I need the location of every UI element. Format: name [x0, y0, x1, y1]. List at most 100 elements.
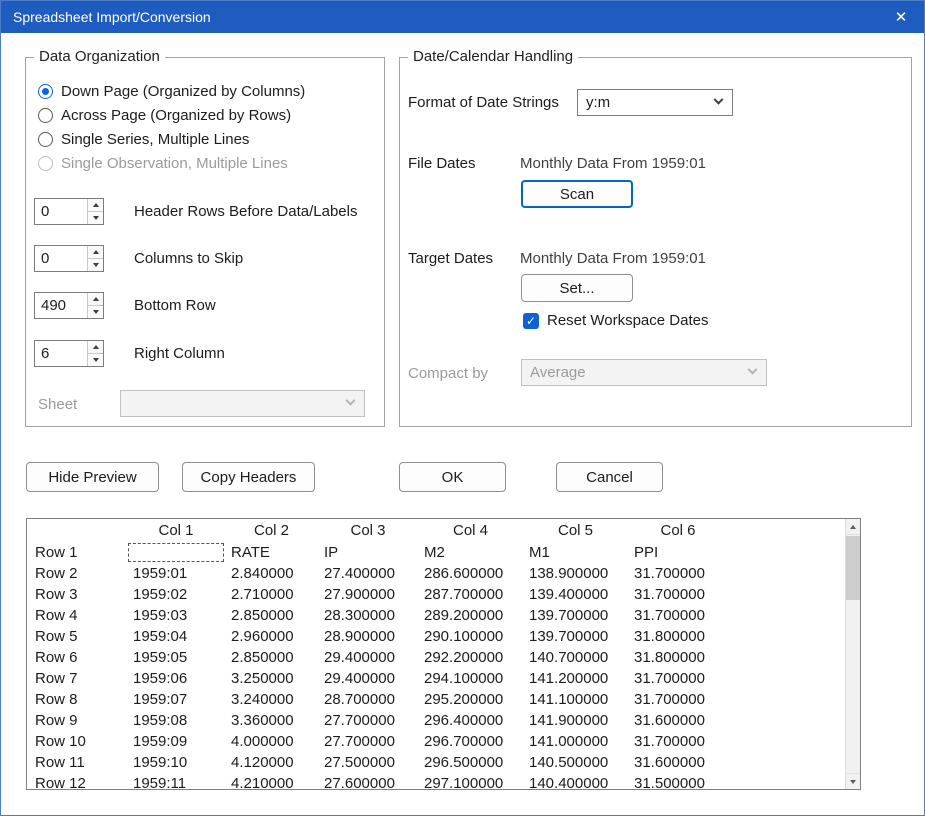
table-cell[interactable]: 31.700000 — [628, 731, 728, 752]
column-header[interactable]: Col 3 — [318, 519, 418, 542]
spin-up-icon[interactable] — [88, 341, 103, 354]
radio-down-page[interactable]: Down Page (Organized by Columns) — [38, 81, 305, 101]
row-label[interactable]: Row 8 — [27, 689, 127, 710]
table-cell[interactable]: 31.600000 — [628, 752, 728, 773]
table-cell[interactable]: 140.500000 — [523, 752, 628, 773]
table-cell[interactable]: 297.100000 — [418, 773, 523, 789]
table-cell[interactable]: 1959:09 — [127, 731, 225, 752]
table-cell[interactable]: 139.700000 — [523, 626, 628, 647]
table-cell[interactable]: 27.400000 — [318, 563, 418, 584]
row-label[interactable]: Row 10 — [27, 731, 127, 752]
table-cell[interactable]: 28.900000 — [318, 626, 418, 647]
row-label[interactable]: Row 3 — [27, 584, 127, 605]
table-cell[interactable]: 1959:04 — [127, 626, 225, 647]
table-cell[interactable]: 2.710000 — [225, 584, 318, 605]
table-cell[interactable]: 296.700000 — [418, 731, 523, 752]
ok-button[interactable]: OK — [399, 462, 506, 492]
spin-up-icon[interactable] — [88, 246, 103, 259]
table-cell[interactable]: 138.900000 — [523, 563, 628, 584]
row-label[interactable]: Row 4 — [27, 605, 127, 626]
table-cell[interactable]: 292.200000 — [418, 647, 523, 668]
table-cell[interactable]: 31.700000 — [628, 563, 728, 584]
table-cell[interactable]: 287.700000 — [418, 584, 523, 605]
table-cell[interactable]: 141.100000 — [523, 689, 628, 710]
column-header[interactable]: Col 5 — [523, 519, 628, 542]
table-cell[interactable]: 27.500000 — [318, 752, 418, 773]
spin-down-icon[interactable] — [88, 212, 103, 224]
close-button[interactable]: ✕ — [878, 1, 924, 33]
spin-down-icon[interactable] — [88, 354, 103, 366]
table-cell[interactable]: 1959:01 — [127, 563, 225, 584]
table-cell[interactable]: 139.400000 — [523, 584, 628, 605]
columns-to-skip-input[interactable]: 0 — [34, 245, 104, 272]
scroll-down-icon[interactable] — [846, 773, 860, 789]
table-cell[interactable]: 1959:07 — [127, 689, 225, 710]
table-cell[interactable]: 31.800000 — [628, 626, 728, 647]
table-cell[interactable]: 31.800000 — [628, 647, 728, 668]
right-column-input[interactable]: 6 — [34, 340, 104, 367]
table-cell[interactable]: 3.240000 — [225, 689, 318, 710]
header-rows-input[interactable]: 0 — [34, 198, 104, 225]
row-label[interactable]: Row 9 — [27, 710, 127, 731]
radio-single-series[interactable]: Single Series, Multiple Lines — [38, 129, 249, 149]
table-cell[interactable]: 1959:06 — [127, 668, 225, 689]
table-cell[interactable]: 29.400000 — [318, 668, 418, 689]
table-cell[interactable]: 290.100000 — [418, 626, 523, 647]
table-cell[interactable]: 286.600000 — [418, 563, 523, 584]
table-cell[interactable]: 296.400000 — [418, 710, 523, 731]
row-label[interactable]: Row 12 — [27, 773, 127, 789]
table-cell[interactable]: 1959:03 — [127, 605, 225, 626]
table-cell[interactable]: 31.700000 — [628, 584, 728, 605]
table-cell[interactable]: 31.500000 — [628, 773, 728, 789]
column-header[interactable]: Col 6 — [628, 519, 728, 542]
scroll-up-icon[interactable] — [846, 519, 860, 535]
spin-up-icon[interactable] — [88, 293, 103, 306]
table-cell[interactable]: 4.210000 — [225, 773, 318, 789]
table-cell[interactable]: 140.400000 — [523, 773, 628, 789]
scan-button[interactable]: Scan — [521, 180, 633, 208]
table-cell[interactable]: 31.700000 — [628, 668, 728, 689]
table-cell[interactable]: 31.700000 — [628, 689, 728, 710]
table-cell[interactable]: 141.900000 — [523, 710, 628, 731]
table-cell[interactable]: 2.840000 — [225, 563, 318, 584]
set-dates-button[interactable]: Set... — [521, 274, 633, 302]
row-label[interactable]: Row 1 — [27, 542, 127, 563]
table-cell[interactable]: 139.700000 — [523, 605, 628, 626]
spin-down-icon[interactable] — [88, 306, 103, 318]
table-cell[interactable]: 140.700000 — [523, 647, 628, 668]
table-cell[interactable]: 27.900000 — [318, 584, 418, 605]
row-label[interactable]: Row 5 — [27, 626, 127, 647]
table-cell[interactable]: 27.700000 — [318, 731, 418, 752]
row-label[interactable]: Row 6 — [27, 647, 127, 668]
table-cell[interactable]: M1 — [523, 542, 628, 563]
cancel-button[interactable]: Cancel — [556, 462, 663, 492]
table-cell[interactable]: 28.700000 — [318, 689, 418, 710]
bottom-row-input[interactable]: 490 — [34, 292, 104, 319]
table-cell[interactable]: IP — [318, 542, 418, 563]
table-cell[interactable]: 2.960000 — [225, 626, 318, 647]
table-cell[interactable]: 27.700000 — [318, 710, 418, 731]
table-cell[interactable]: 28.300000 — [318, 605, 418, 626]
table-cell[interactable]: 296.500000 — [418, 752, 523, 773]
vertical-scrollbar[interactable] — [845, 519, 860, 789]
table-cell[interactable]: RATE — [225, 542, 318, 563]
table-cell[interactable]: 31.700000 — [628, 605, 728, 626]
table-cell[interactable]: 295.200000 — [418, 689, 523, 710]
table-cell[interactable]: 27.600000 — [318, 773, 418, 789]
row-label[interactable]: Row 2 — [27, 563, 127, 584]
table-cell[interactable]: 2.850000 — [225, 647, 318, 668]
table-cell[interactable]: 141.000000 — [523, 731, 628, 752]
table-cell[interactable] — [127, 542, 225, 563]
column-header[interactable]: Col 1 — [127, 519, 225, 542]
table-cell[interactable]: 2.850000 — [225, 605, 318, 626]
table-cell[interactable]: 1959:10 — [127, 752, 225, 773]
scroll-thumb[interactable] — [846, 536, 860, 600]
date-format-combobox[interactable]: y:m — [577, 89, 733, 116]
table-cell[interactable]: 4.120000 — [225, 752, 318, 773]
table-cell[interactable]: M2 — [418, 542, 523, 563]
table-cell[interactable]: 31.600000 — [628, 710, 728, 731]
reset-workspace-checkbox[interactable]: ✓ Reset Workspace Dates — [523, 312, 708, 329]
copy-headers-button[interactable]: Copy Headers — [182, 462, 315, 492]
table-cell[interactable]: 3.250000 — [225, 668, 318, 689]
table-cell[interactable]: 29.400000 — [318, 647, 418, 668]
